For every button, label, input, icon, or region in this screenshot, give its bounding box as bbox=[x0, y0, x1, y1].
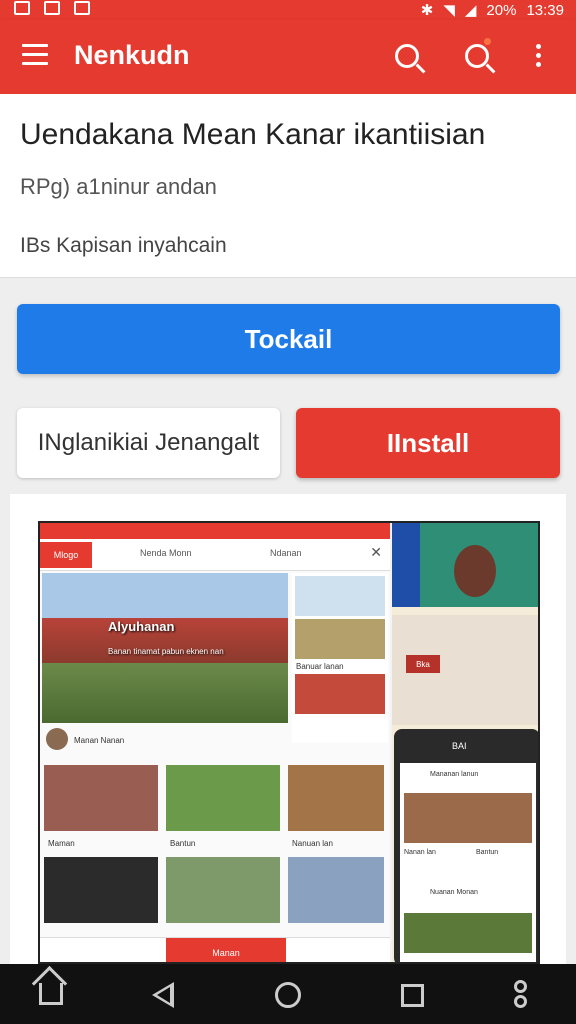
system-nav-bar bbox=[0, 964, 576, 1024]
more-options-icon[interactable] bbox=[536, 44, 542, 71]
image-icon bbox=[14, 1, 30, 15]
primary-button[interactable]: Tockail bbox=[17, 304, 560, 374]
secondary-chip: Bka bbox=[406, 655, 440, 673]
assistant-icon[interactable] bbox=[512, 980, 528, 1010]
screenshot-bottom-tab: Manan bbox=[166, 938, 286, 962]
video-call-view bbox=[392, 523, 538, 607]
avatar bbox=[46, 728, 68, 750]
side-thumb bbox=[295, 576, 385, 616]
hero-title: Alyuhanan bbox=[108, 619, 175, 634]
screenshot-phone-main: Mlogo Nenda Monn Ndanan ✕ Alyuhanan Bana… bbox=[40, 523, 390, 962]
back-icon[interactable] bbox=[152, 982, 174, 1008]
side-caption: Banuar lanan bbox=[296, 662, 344, 671]
grid-tile bbox=[44, 765, 158, 831]
home-circle-icon[interactable] bbox=[275, 982, 301, 1008]
close-icon: ✕ bbox=[370, 544, 382, 560]
clock: 13:39 bbox=[526, 1, 564, 19]
screenshot-toolbar: Mlogo Nenda Monn Ndanan ✕ bbox=[40, 539, 390, 571]
secondary-card-content: Mananan lanun Nanan lan Bantun Nuanan Mo… bbox=[400, 763, 536, 962]
secondary-card-title: BAI bbox=[452, 741, 467, 751]
status-right: ✱ ◥ ◢ 20% 13:39 bbox=[420, 1, 564, 20]
inner-image bbox=[404, 793, 532, 843]
author-name: Manan Nanan bbox=[74, 736, 125, 745]
inner-image bbox=[404, 913, 532, 953]
video-face bbox=[454, 545, 496, 597]
grid-tile bbox=[44, 857, 158, 923]
app-icon bbox=[44, 1, 60, 15]
screenshot-phone-secondary: Bka BAI Mananan lanun Nanan lan Bantun N… bbox=[392, 523, 538, 962]
screenshot-search: Nenda Monn bbox=[140, 548, 192, 558]
app-bar: Nenkudn bbox=[0, 20, 576, 94]
author-row: Manan Nanan bbox=[46, 728, 286, 754]
screenshot-status-bar bbox=[40, 523, 390, 539]
app-meta: IBs Kapisan inyahcain bbox=[20, 234, 227, 257]
inner-footer: Nuanan Monan bbox=[430, 889, 478, 896]
wifi-icon: ◥ bbox=[443, 2, 455, 19]
tile-caption: Nanuan lan bbox=[292, 839, 333, 848]
inner-caption: Bantun bbox=[476, 849, 499, 856]
notification-dot bbox=[484, 38, 491, 45]
search-icon[interactable] bbox=[395, 44, 419, 68]
grid-tile bbox=[166, 765, 280, 831]
app-screenshot[interactable]: Mlogo Nenda Monn Ndanan ✕ Alyuhanan Bana… bbox=[38, 521, 540, 964]
battery-level: 20% bbox=[486, 1, 517, 19]
menu-icon[interactable] bbox=[22, 44, 48, 66]
side-thumb bbox=[295, 619, 385, 659]
status-left-icons bbox=[14, 1, 90, 15]
grid-tile bbox=[166, 857, 280, 923]
screenshot-side-panel: Banuar lanan bbox=[292, 573, 388, 743]
bluetooth-icon: ✱ bbox=[420, 2, 434, 19]
mail-icon bbox=[74, 1, 90, 15]
side-thumb bbox=[295, 674, 385, 714]
home-icon[interactable] bbox=[39, 983, 63, 1005]
screenshot-logo: Mlogo bbox=[40, 542, 92, 568]
recents-icon[interactable] bbox=[401, 984, 424, 1007]
app-name: Uendakana Mean Kanar ikantiisian bbox=[20, 118, 486, 151]
status-bar: ✱ ◥ ◢ 20% 13:39 bbox=[0, 0, 576, 20]
grid-tile bbox=[288, 857, 384, 923]
screenshot-search-2: Ndanan bbox=[270, 548, 302, 558]
app-developer: RPg) a1ninur andan bbox=[20, 174, 217, 199]
search-alt-icon[interactable] bbox=[465, 44, 489, 68]
screenshot-hero-image: Alyuhanan Banan tinamat pabun eknen nan bbox=[42, 573, 288, 723]
secondary-content: Bka bbox=[392, 615, 538, 725]
inner-caption: Nanan lan bbox=[404, 849, 436, 856]
grid-tile bbox=[288, 765, 384, 831]
side-strip bbox=[392, 523, 420, 607]
signal-icon: ◢ bbox=[464, 2, 477, 19]
tile-caption: Bantun bbox=[170, 839, 196, 848]
secondary-card: BAI Mananan lanun Nanan lan Bantun Nuana… bbox=[394, 729, 538, 962]
app-info-panel: Uendakana Mean Kanar ikantiisian RPg) a1… bbox=[0, 94, 576, 278]
app-title: Nenkudn bbox=[74, 40, 190, 70]
tile-caption: Maman bbox=[48, 839, 75, 848]
inner-title: Mananan lanun bbox=[430, 771, 479, 778]
secondary-button[interactable]: INglanikiai Jenangalt bbox=[17, 408, 280, 478]
install-button[interactable]: IInstall bbox=[296, 408, 560, 478]
hero-subtitle: Banan tinamat pabun eknen nan bbox=[108, 647, 224, 656]
screenshot-bottom-bar: Manan bbox=[40, 937, 390, 962]
